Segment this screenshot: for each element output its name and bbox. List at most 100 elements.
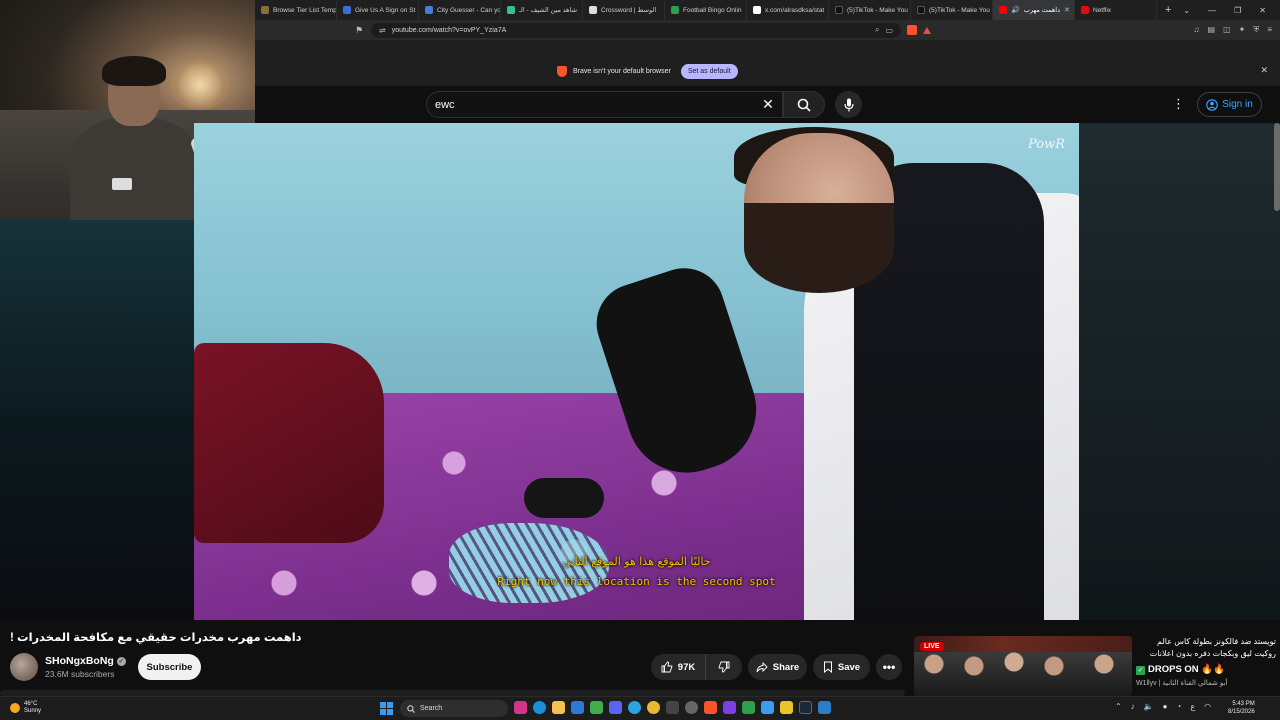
close-window-icon[interactable]: ✕ [1259,6,1266,15]
subscribe-button[interactable]: Subscribe [138,654,201,680]
tab[interactable]: (5)TikTok - Make You [829,0,911,20]
live-stream-thumbnail[interactable]: LIVE [914,636,1132,696]
channel-name[interactable]: SHoNgxBoNg [45,655,114,667]
tab-label: Give Us A Sign on St [355,6,416,14]
live-badge: LIVE [920,642,944,651]
tab[interactable]: Crossword | الوسط [583,0,665,20]
tab[interactable]: (5)TikTok - Make You [911,0,993,20]
share-icon [756,661,768,672]
mic-tray-icon[interactable]: ● [1163,702,1168,711]
system-tray: ⌃ ♪ 🔈 ● ◔ ع ◠ [1115,702,1211,711]
tab-label: Browse Tier List Temp [273,6,337,14]
app-icon[interactable] [780,701,793,714]
audio-icon[interactable]: 🔊 [1011,6,1020,14]
brave-rewards-icon[interactable] [923,26,931,34]
search-button[interactable] [783,91,825,118]
person-beard [744,203,894,293]
url-text[interactable]: youtube.com/watch?v=ovPY_Yzia7A [392,27,869,34]
tab[interactable]: Browse Tier List Temp [255,0,337,20]
close-notice-icon[interactable]: ✕ [1260,65,1268,76]
file-explorer-icon[interactable] [552,701,565,714]
address-bar[interactable]: ⇌ youtube.com/watch?v=ovPY_Yzia7A ⌕ ▭ [371,22,901,38]
like-button[interactable]: 97K [651,654,706,680]
edge-icon[interactable] [533,701,546,714]
channel-avatar[interactable] [10,653,38,681]
app-icon[interactable] [818,701,831,714]
app-icon[interactable] [723,701,736,714]
tab[interactable]: City Guesser - Can yo [419,0,501,20]
app-icon[interactable] [742,701,755,714]
telegram-icon[interactable] [628,701,641,714]
shirt-badge [112,178,132,190]
network-icon[interactable]: ◔ [1177,702,1182,711]
tab[interactable]: x.com/alrasdksa/stat [747,0,829,20]
zoom-icon[interactable]: ⌕ [875,25,879,35]
restore-icon[interactable]: ❐ [1234,6,1241,15]
show-hidden-icons-icon[interactable]: ⌃ [1115,702,1122,711]
site-info-icon[interactable]: ⇌ [379,26,386,35]
set-default-button[interactable]: Set as default [680,64,738,79]
tab-list-icon[interactable]: ⌄ [1183,6,1190,15]
search-input[interactable]: ewc ✕ [426,91,783,118]
clock-date: 8/15/2026 [1228,709,1255,715]
tab-active[interactable]: 🔊 داهمت مهرب ✕ [993,0,1075,20]
brave-taskbar-icon[interactable] [704,701,717,714]
wallet-icon[interactable]: ◫ [1223,25,1231,35]
tab[interactable]: شاهد مين الشيف - الـ [501,0,583,20]
media-icon[interactable]: ♫ [1194,25,1200,35]
app-icon[interactable] [590,701,603,714]
tab[interactable]: Netflix [1075,0,1157,20]
volume-icon[interactable]: 🔈 [1144,702,1154,711]
channel-name-row[interactable]: SHoNgxBoNg ✓ [45,655,126,667]
bookmark-save-icon [823,661,832,673]
vpn-icon[interactable]: ⛨ [1253,25,1259,35]
wifi-icon[interactable]: ◠ [1204,702,1211,711]
video-blanket [194,343,384,543]
extensions-icon[interactable]: ✦ [1239,25,1246,35]
app-icon[interactable] [571,701,584,714]
clear-search-icon[interactable]: ✕ [754,96,782,113]
thumbnail-people [914,652,1132,696]
share-label: Share [772,661,800,673]
more-actions-button[interactable]: ••• [876,654,902,680]
brave-shields-icon[interactable] [907,25,917,35]
weather-widget[interactable]: 46°C Sunny [10,701,41,715]
steam-icon[interactable] [799,701,812,714]
recommended-title[interactable]: تويستد ضد فالكونز بطولة كاس عالم روكيت ل… [1136,636,1276,660]
account-icon [1206,98,1218,111]
taskbar-clock[interactable]: 5:43 PM 8/15/2026 [1228,700,1255,716]
language-icon[interactable]: ع [1190,702,1195,711]
dislike-button[interactable] [706,654,742,680]
app-icon[interactable] [666,701,679,714]
settings-menu-icon[interactable]: ⋮ [1172,96,1185,112]
taskbar-search[interactable]: Search [400,700,508,717]
close-tab-icon[interactable]: ✕ [1064,6,1070,14]
search-icon [407,704,415,713]
bookmark-icon[interactable]: ⚑ [355,25,365,36]
tab[interactable]: Football Bingo Onlin [665,0,747,20]
discord-icon[interactable] [609,701,622,714]
app-icon[interactable] [685,701,698,714]
new-tab-icon[interactable]: + [1165,4,1171,16]
page-scrollbar[interactable] [1274,123,1280,211]
tab[interactable]: Give Us A Sign on St [337,0,419,20]
app-icon[interactable] [761,701,774,714]
chrome-icon[interactable] [647,701,660,714]
sidebar-icon[interactable]: ▤ [1208,25,1216,35]
recommended-video-info[interactable]: تويستد ضد فالكونز بطولة كاس عالم روكيت ل… [1136,636,1276,687]
share-button[interactable]: Share [748,654,807,680]
address-bar-row: ⚑ ⇌ youtube.com/watch?v=ovPY_Yzia7A ⌕ ▭ … [255,20,1280,40]
windows-start-icon[interactable] [380,702,393,715]
audio-device-icon[interactable]: ♪ [1131,702,1135,711]
windows-taskbar: 46°C Sunny Search ⌃ ♪ 🔈 ● ◔ ع ◠ 5:43 PM … [0,696,1280,720]
menu-icon[interactable]: ≡ [1267,25,1272,35]
app-icon[interactable] [514,701,527,714]
video-player[interactable]: PowR حاليًا الموقع هذا هو الموقع الثاني … [194,123,1079,620]
voice-search-button[interactable] [835,91,862,118]
cast-icon[interactable]: ▭ [885,26,893,35]
minimize-icon[interactable]: — [1208,6,1216,15]
save-button[interactable]: Save [813,654,870,680]
tab-label: Netflix [1093,6,1112,14]
search-value[interactable]: ewc [435,99,754,111]
sign-in-button[interactable]: Sign in [1197,92,1262,117]
